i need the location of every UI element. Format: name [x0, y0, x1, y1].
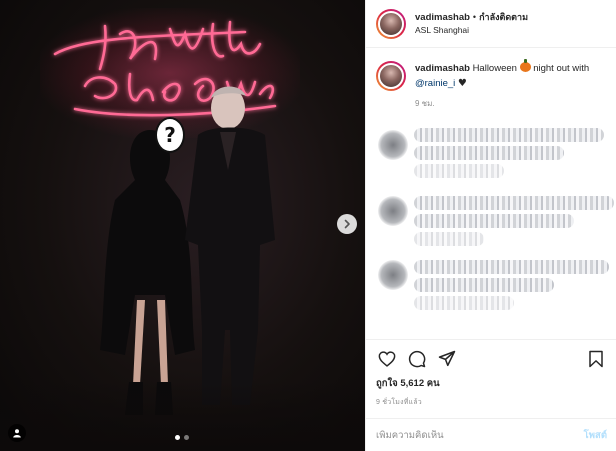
- separator-dot: •: [472, 11, 477, 22]
- add-comment-bar: โพสต์: [366, 418, 616, 451]
- obscured-comment-2: [378, 188, 614, 250]
- author-avatar[interactable]: [376, 8, 406, 39]
- author-username-link[interactable]: vadimashab: [415, 12, 470, 23]
- save-button[interactable]: [585, 348, 607, 370]
- post-timestamp: 9 ชั่วโมงที่แล้ว: [376, 399, 422, 406]
- person-icon: [13, 429, 21, 438]
- share-button[interactable]: [436, 348, 458, 370]
- following-button[interactable]: กำลังติดตาม: [479, 12, 528, 22]
- comment-input[interactable]: [376, 429, 584, 441]
- obscured-comment-3: [378, 252, 609, 314]
- comment-icon: [408, 350, 426, 368]
- black-heart-emoji-icon: ♥: [457, 78, 467, 89]
- caption-timestamp: 9 ชม.: [415, 99, 435, 108]
- mention-link[interactable]: @rainie_i: [415, 78, 455, 89]
- next-image-button[interactable]: [337, 214, 357, 234]
- post-comment-button[interactable]: โพสต์: [584, 428, 607, 443]
- carousel-dot-1: [175, 435, 180, 440]
- post-header: vadimashab • กำลังติดตาม ASL Shanghai: [366, 0, 616, 48]
- post-photo[interactable]: ?: [0, 0, 365, 451]
- floor-shadow: [0, 381, 365, 451]
- face-cover-question-icon: ?: [155, 117, 185, 153]
- like-button[interactable]: [376, 348, 398, 370]
- share-icon: [438, 350, 456, 367]
- caption-text-start: Halloween: [472, 63, 517, 74]
- post-details-panel: vadimashab • กำลังติดตาม ASL Shanghai vadi…: [365, 0, 616, 451]
- pumpkin-emoji-icon: [519, 59, 531, 72]
- likes-count-link[interactable]: ถูกใจ 5,612 คน: [376, 376, 607, 391]
- caption-text-middle: night out with: [533, 63, 590, 74]
- comment-button[interactable]: [406, 348, 428, 370]
- man-figure: [180, 80, 290, 422]
- obscured-comment-1: [378, 122, 608, 184]
- bookmark-icon: [589, 350, 603, 368]
- caption: vadimashab Halloween night out with @rai…: [376, 59, 607, 91]
- post-actions: ถูกใจ 5,612 คน 9 ชั่วโมงที่แล้ว: [366, 339, 616, 408]
- caption-username-link[interactable]: vadimashab: [415, 63, 470, 74]
- location-link[interactable]: ASL Shanghai: [415, 24, 528, 37]
- heart-icon: [378, 351, 396, 367]
- chevron-right-icon: [344, 219, 350, 229]
- carousel-dot-2: [184, 435, 189, 440]
- carousel-indicator: [175, 435, 189, 440]
- tagged-users-button[interactable]: [8, 424, 26, 442]
- caption-avatar[interactable]: [376, 61, 406, 91]
